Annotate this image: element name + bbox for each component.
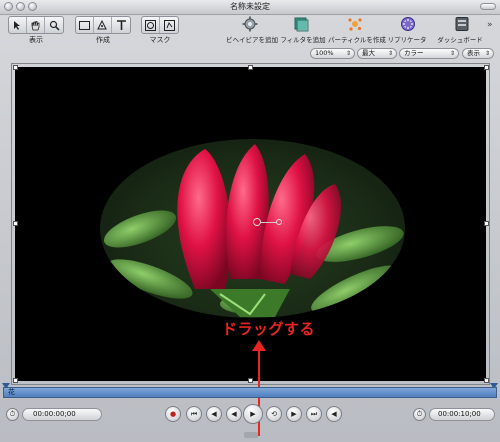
window-title: 名称未設定 [230,2,270,11]
zoom-select-value: 100% [315,49,334,57]
mini-timeline-track[interactable]: 花 [3,387,497,398]
toolbar: 表示 作成 マスク ビヘイビアを追加 フィルタを追加 パーティクルを作成 リプリ… [0,14,500,46]
mask-group-label: マスク [149,36,171,44]
color-select[interactable]: カラー ⇕ [399,48,459,59]
title-bar: 名称未設定 [0,0,500,15]
anchor-point-handle[interactable] [253,218,261,226]
current-time-field[interactable]: 00:00:00;00 [22,408,102,421]
resize-handle[interactable] [13,221,18,226]
resize-handle[interactable] [484,65,489,70]
canvas-options-bar: 100% ⇕ 最大 ⇕ カラー ⇕ 表示 ⇕ [0,46,500,60]
current-time-value: 00:00:00;00 [33,410,76,418]
audio-icon[interactable]: ◀ [326,406,342,422]
dashboard-icon[interactable] [452,15,472,33]
create-tool-group [75,16,131,34]
filter-icon[interactable] [291,15,311,33]
zoom-select[interactable]: 100% ⇕ [310,48,355,59]
resize-handle[interactable] [248,65,253,70]
resize-handle[interactable] [13,378,18,383]
quality-select[interactable]: 最大 ⇕ [357,48,397,59]
resize-grip[interactable] [244,432,258,438]
go-to-end-icon[interactable]: ⏭ [306,406,322,422]
resize-handle[interactable] [484,378,489,383]
bezier-mask-icon[interactable] [160,17,178,33]
view-group-label: 表示 [29,36,43,44]
quality-select-value: 最大 [362,49,375,57]
resize-handle[interactable] [13,65,18,70]
color-select-value: カラー [404,49,424,57]
play-button[interactable]: ▶ [243,404,263,424]
text-icon[interactable] [112,17,130,33]
flower-illustration [103,144,404,317]
rotation-handle-line [261,222,277,223]
toolbar-overflow-icon[interactable]: » [487,20,493,30]
dashboard-button[interactable]: ダッシュボード [432,34,488,44]
bezier-pen-icon[interactable] [94,17,112,33]
step-back-icon[interactable]: ◀ [206,406,222,422]
chevron-updown-icon: ⇕ [484,50,490,57]
circle-mask-icon[interactable] [142,17,160,33]
loop-playback-icon[interactable]: ⟲ [266,406,282,422]
go-to-start-icon[interactable]: ⏮ [186,406,202,422]
particles-icon[interactable] [345,15,365,33]
hand-icon[interactable] [27,17,45,33]
record-button[interactable]: ● [165,406,181,422]
add-behavior-button[interactable]: ビヘイビアを追加 [224,34,280,44]
replicator-button[interactable]: リプリケータ [386,34,428,44]
resize-handle[interactable] [484,221,489,226]
chevron-updown-icon: ⇕ [449,50,455,57]
drag-callout-text: ドラッグする [222,320,316,338]
play-backward-icon[interactable]: ◀ [226,406,242,422]
end-time-field[interactable]: 00:00:10;00 [429,408,495,421]
track-label: 花 [8,388,15,396]
rectangle-icon[interactable] [76,17,94,33]
timecode-icon[interactable]: ⏱ [6,408,19,421]
view-select-value: 表示 [467,49,480,57]
rotation-handle[interactable] [276,219,282,225]
mask-tool-group [141,16,179,34]
chevron-updown-icon: ⇕ [345,50,351,57]
view-tool-group [8,16,64,34]
add-filter-button[interactable]: フィルタを追加 [280,34,326,44]
chevron-updown-icon: ⇕ [387,50,393,57]
motion-window: 名称未設定 表示 作成 マスク ビヘイビアを追加 フィルタを追加 パーティクルを… [0,0,500,442]
zoom-icon[interactable] [45,17,63,33]
view-select[interactable]: 表示 ⇕ [462,48,494,59]
arrow-pointer-icon[interactable] [9,17,27,33]
masked-flower-image[interactable] [100,139,405,318]
step-forward-icon[interactable]: ▶ [286,406,302,422]
gear-icon[interactable] [240,15,260,33]
resize-handle[interactable] [248,378,253,383]
make-particles-button[interactable]: パーティクルを作成 [328,34,386,44]
duration-icon[interactable]: ⏱ [413,408,426,421]
end-time-value: 00:00:10;00 [438,410,481,418]
replicator-icon[interactable] [398,15,418,33]
create-group-label: 作成 [96,36,110,44]
toolbar-toggle-button[interactable] [480,3,496,10]
